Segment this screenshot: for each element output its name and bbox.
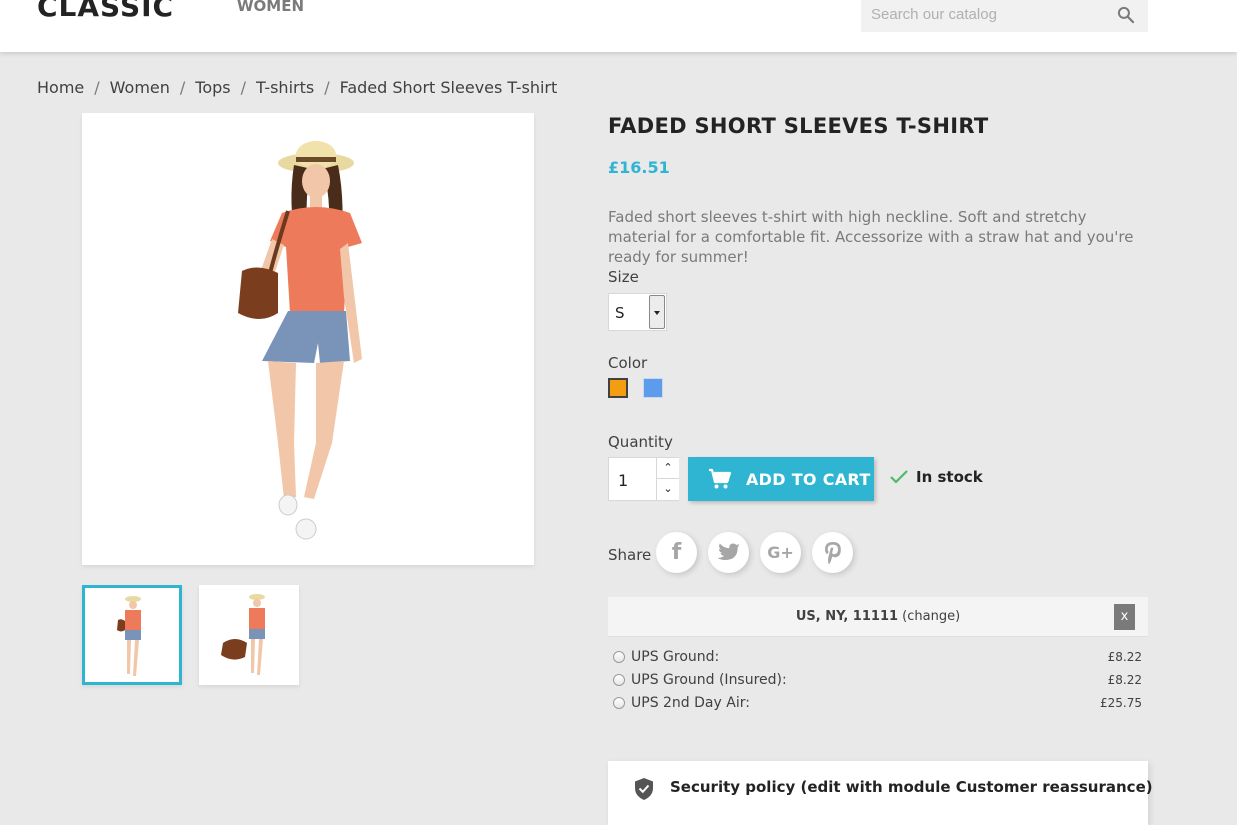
product-title: FADED SHORT SLEEVES T-SHIRT	[608, 114, 989, 138]
pinterest-icon[interactable]	[812, 532, 853, 573]
store-logo[interactable]: CLASSIC	[37, 0, 174, 23]
add-to-cart-button[interactable]: ADD TO CART	[688, 457, 874, 501]
breadcrumb-separator: /	[94, 78, 100, 97]
quantity-stepper[interactable]: 1 ⌃ ⌄	[608, 457, 679, 501]
breadcrumb-tshirts[interactable]: T-shirts	[256, 78, 314, 97]
shipping-location-header: US, NY, 11111 (change)	[608, 597, 1148, 637]
search-icon[interactable]	[1116, 5, 1136, 25]
search-input[interactable]	[861, 0, 1111, 32]
breadcrumb-women[interactable]: Women	[110, 78, 170, 97]
nav-item-women[interactable]: WOMEN	[237, 0, 304, 15]
thumbnail-photo	[117, 596, 141, 676]
stock-status: In stock	[890, 468, 983, 486]
thumbnail-photo	[221, 594, 265, 675]
shield-icon	[635, 778, 653, 800]
shipping-option[interactable]: UPS Ground (Insured): £8.22	[613, 672, 1148, 692]
shipping-location: US, NY, 11111	[795, 609, 899, 624]
reassurance-block: Security policy (edit with module Custom…	[608, 761, 1153, 825]
product-price: £16.51	[608, 158, 670, 177]
site-header: CLASSIC WOMEN	[0, 0, 1237, 52]
color-swatch-blue[interactable]	[643, 378, 663, 398]
shipping-option[interactable]: UPS 2nd Day Air: £25.75	[613, 695, 1148, 715]
shipping-option-cost: £8.22	[1107, 650, 1142, 664]
share-label: Share	[608, 546, 652, 564]
search-box	[861, 0, 1148, 32]
product-thumbnail-2[interactable]	[199, 585, 299, 685]
shipping-option-name: UPS 2nd Day Air:	[631, 695, 750, 711]
shipping-radio[interactable]	[613, 697, 625, 709]
stock-label: In stock	[916, 468, 983, 486]
size-select-value: S	[615, 304, 625, 322]
shipping-close-button[interactable]: x	[1114, 604, 1135, 630]
googleplus-icon[interactable]: G+	[760, 532, 801, 573]
shipping-option[interactable]: UPS Ground: £8.22	[613, 649, 1148, 669]
quantity-increase-icon[interactable]: ⌃	[656, 458, 679, 479]
shipping-option-cost: £25.75	[1100, 696, 1142, 710]
breadcrumb-current[interactable]: Faded Short Sleeves T-shirt	[340, 78, 558, 97]
breadcrumb-separator: /	[179, 78, 186, 97]
shipping-radio[interactable]	[613, 674, 625, 686]
shipping-option-cost: £8.22	[1107, 673, 1142, 687]
twitter-icon[interactable]	[708, 532, 749, 573]
shipping-option-name: UPS Ground (Insured):	[631, 672, 787, 688]
size-label: Size	[608, 268, 639, 286]
breadcrumb-home[interactable]: Home	[37, 78, 84, 97]
product-description: Faded short sleeves t-shirt with high ne…	[608, 208, 1134, 266]
breadcrumb-separator: /	[324, 78, 330, 97]
breadcrumb: Home / Women / Tops / T-shirts / Faded Short Sle…	[37, 78, 557, 97]
product-main-image[interactable]	[82, 113, 534, 565]
shopping-cart-icon	[709, 468, 732, 489]
shipping-change-link[interactable]: (change)	[902, 609, 960, 624]
breadcrumb-separator: /	[240, 78, 247, 97]
quantity-label: Quantity	[608, 433, 673, 451]
quantity-decrease-icon[interactable]: ⌄	[656, 479, 679, 500]
shipping-option-name: UPS Ground:	[631, 649, 720, 665]
size-select[interactable]: S	[608, 293, 667, 331]
product-thumbnail-1[interactable]	[82, 585, 182, 685]
reassurance-text[interactable]: Security policy (edit with module Custom…	[670, 778, 1153, 796]
model-photo	[238, 141, 362, 540]
dropdown-arrow-icon[interactable]	[649, 295, 665, 329]
color-swatch-orange[interactable]	[608, 378, 628, 398]
color-label: Color	[608, 354, 648, 372]
breadcrumb-tops[interactable]: Tops	[195, 78, 230, 97]
add-to-cart-label: ADD TO CART	[746, 469, 871, 489]
check-icon	[890, 470, 908, 484]
quantity-value[interactable]: 1	[618, 471, 628, 490]
shipping-radio[interactable]	[613, 651, 625, 663]
facebook-icon[interactable]: f	[656, 532, 697, 573]
